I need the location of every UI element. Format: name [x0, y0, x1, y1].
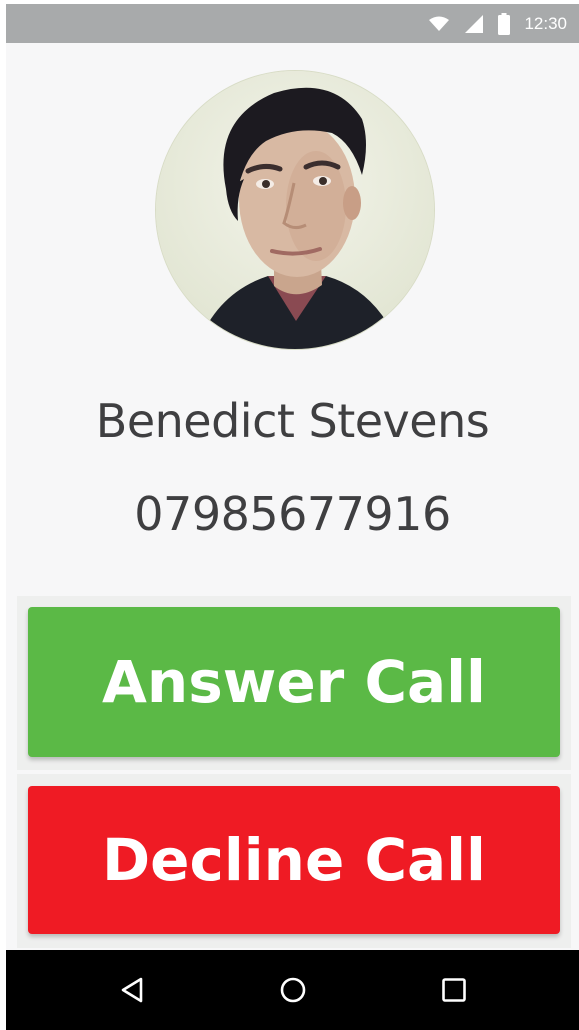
status-icons: 12:30 [428, 4, 567, 43]
recents-icon [441, 977, 467, 1003]
incoming-call-screen: 12:30 Benedict Stevens 07985677916 Answe… [6, 4, 579, 1030]
nav-back-button[interactable] [110, 968, 154, 1012]
navigation-bar [6, 950, 579, 1030]
signal-icon [464, 14, 484, 34]
nav-recents-button[interactable] [432, 968, 476, 1012]
wifi-icon [428, 16, 450, 32]
battery-icon [498, 12, 511, 35]
back-icon [119, 976, 145, 1004]
caller-name: Benedict Stevens [95, 394, 490, 448]
answer-call-button[interactable]: Answer Call [28, 607, 560, 757]
nav-home-button[interactable] [271, 968, 315, 1012]
status-bar: 12:30 [6, 4, 579, 43]
decline-button-container: Decline Call [17, 774, 571, 948]
caller-number: 07985677916 [134, 487, 451, 541]
status-time: 12:30 [524, 13, 567, 33]
decline-call-button[interactable]: Decline Call [28, 786, 560, 934]
home-icon [279, 976, 307, 1004]
caller-avatar [156, 71, 434, 349]
answer-button-container: Answer Call [17, 596, 571, 770]
